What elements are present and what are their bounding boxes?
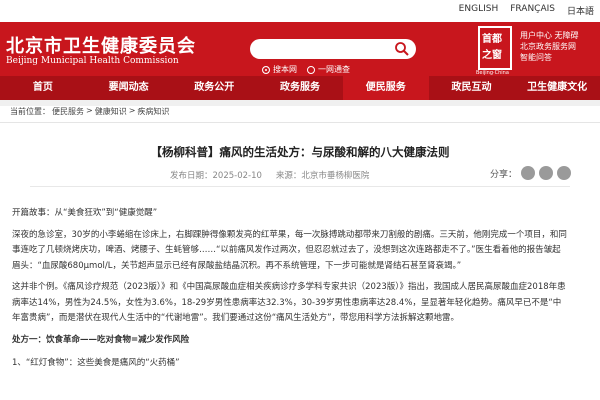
search-scope-site[interactable]: 搜本网	[262, 64, 297, 75]
breadcrumb: 当前位置： 便民服务 > 健康知识 > 疾病知识	[10, 106, 169, 117]
breadcrumb-separator: >	[128, 106, 136, 115]
breadcrumb-divider	[0, 122, 600, 123]
article-title: 【杨柳科普】痛风的生活处方：与尿酸和解的八大健康法则	[150, 145, 450, 159]
site-title[interactable]: 北京市卫生健康委员会	[6, 32, 196, 58]
nav-item-gov-service[interactable]: 政务服务	[257, 76, 343, 100]
user-links: 用户中心 无障碍 北京政务服务网 智能问答	[520, 30, 579, 63]
nav-item-home[interactable]: 首页	[0, 76, 86, 100]
weibo-share-icon[interactable]	[521, 166, 536, 180]
article-source: 来源：北京市垂杨柳医院	[275, 171, 370, 181]
search-icon[interactable]	[394, 41, 410, 57]
more-share-icon[interactable]	[557, 166, 572, 180]
breadcrumb-prefix: 当前位置：	[10, 107, 50, 116]
site-title-english: Beijing Municipal Health Commission	[6, 56, 179, 66]
nav-item-gov-open[interactable]: 政务公开	[171, 76, 257, 100]
main-nav: 首页 要闻动态 政务公开 政务服务 便民服务 政民互动 卫生健康文化	[0, 76, 600, 100]
paragraph: 深夜的急诊室，30岁的小李蜷缩在诊床上，右脚踝肿得像颗发亮的红苹果，每一次脉搏跳…	[12, 229, 567, 271]
nav-item-interaction[interactable]: 政民互动	[429, 76, 515, 100]
capital-window-logo[interactable]: 首都 之窗	[478, 26, 512, 70]
search-box	[250, 39, 416, 59]
breadcrumb-separator: >	[86, 106, 93, 115]
lang-english-link[interactable]: ENGLISH	[459, 4, 499, 17]
nav-item-health-culture[interactable]: 卫生健康文化	[514, 76, 600, 100]
lang-japanese-link[interactable]: 日本語	[567, 4, 594, 17]
search-input[interactable]	[258, 42, 388, 56]
radio-selected-icon	[262, 65, 270, 74]
nav-item-news[interactable]: 要闻动态	[86, 76, 172, 100]
radio-unselected-icon	[307, 65, 315, 74]
breadcrumb-public-service[interactable]: 便民服务	[52, 106, 84, 117]
share-bar: 分享：	[490, 166, 572, 180]
meta-divider	[30, 186, 570, 187]
nav-item-public-service[interactable]: 便民服务	[342, 76, 429, 100]
article-body: 开篇故事：从“美食狂欢”到“健康觉醒” 深夜的急诊室，30岁的小李蜷缩在诊床上，…	[12, 206, 568, 372]
site-header: 北京市卫生健康委员会 Beijing Municipal Health Comm…	[0, 22, 600, 76]
list-item: 1、“红灯食物”：这些美食是痛风的“火药桶”	[12, 358, 180, 368]
search-scope-all[interactable]: 一网通查	[307, 64, 350, 75]
wechat-share-icon[interactable]	[539, 166, 554, 180]
language-bar: ENGLISH FRANÇAIS 日本語	[0, 0, 600, 22]
gov-service-link[interactable]: 北京政务服务网	[520, 41, 579, 52]
breadcrumb-health-knowledge[interactable]: 健康知识	[95, 106, 127, 117]
language-links: ENGLISH FRANÇAIS 日本語	[459, 4, 594, 17]
section-heading: 处方一：饮食革命——吃对食物=减少发作风险	[12, 334, 190, 345]
publish-date: 发布日期：2025-02-10	[170, 171, 262, 181]
share-label: 分享：	[490, 169, 518, 180]
paragraph: 这并非个例。《痛风诊疗规范（2023版）》和《中国高尿酸血症相关疾病诊疗多学科专…	[12, 282, 566, 323]
intro-heading: 开篇故事：从“美食狂欢”到“健康觉醒”	[12, 208, 158, 218]
search-scope-options: 搜本网 一网通查	[262, 64, 350, 75]
user-center-link[interactable]: 用户中心 无障碍	[520, 30, 579, 41]
smart-qa-link[interactable]: 智能问答	[520, 52, 579, 63]
lang-french-link[interactable]: FRANÇAIS	[510, 4, 555, 17]
breadcrumb-disease-knowledge[interactable]: 疾病知识	[137, 106, 169, 117]
article-meta: 发布日期：2025-02-10 来源：北京市垂杨柳医院	[170, 169, 369, 181]
